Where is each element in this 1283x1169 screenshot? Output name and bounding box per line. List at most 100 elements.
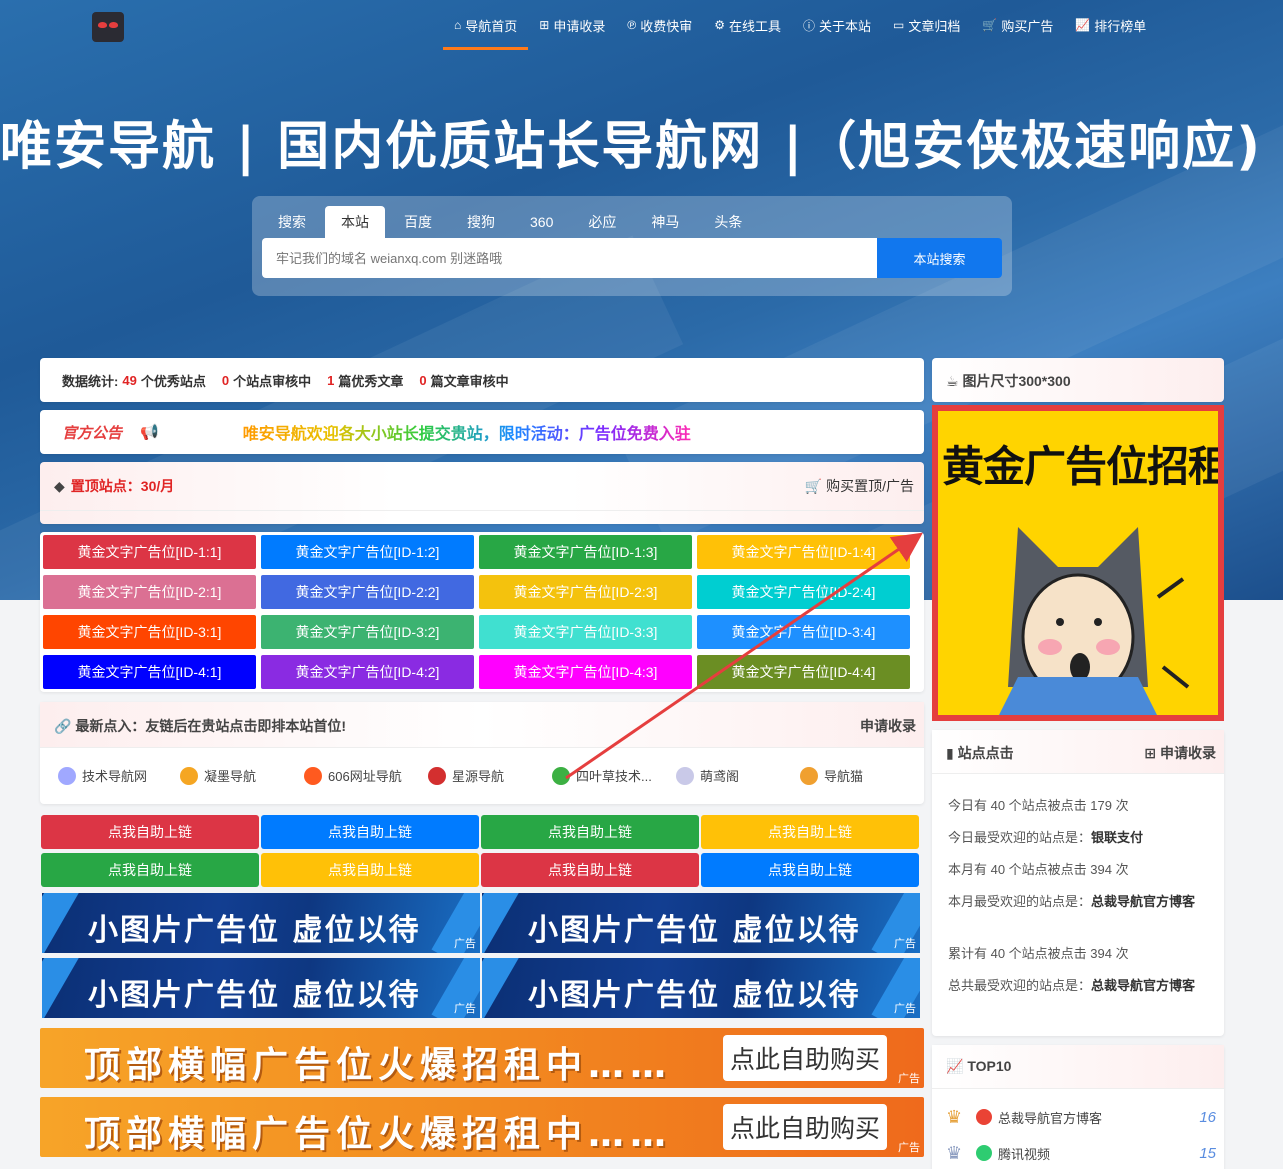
- text-ad-slot[interactable]: 黄金文字广告位[ID-4:3]: [479, 655, 692, 689]
- text-ad-slot[interactable]: 黄金文字广告位[ID-3:3]: [479, 615, 692, 649]
- friend-link[interactable]: 凝墨导航: [180, 766, 256, 785]
- text-ad-slot[interactable]: 黄金文字广告位[ID-4:2]: [261, 655, 474, 689]
- search-input[interactable]: [262, 238, 877, 278]
- search-tab-1[interactable]: 本站: [325, 206, 385, 238]
- page-title: 唯安导航 | 国内优质站长导航网 |（旭安侠极速响应): [0, 117, 1263, 177]
- self-link-button[interactable]: 点我自助上链: [481, 815, 699, 849]
- apply-link[interactable]: 申请收录: [860, 716, 916, 736]
- top10-panel: 📈 TOP10 ♛ 总裁导航官方博客 16 ♛ 腾讯视频 15: [932, 1045, 1224, 1169]
- friend-link[interactable]: 四叶草技术...: [552, 766, 652, 785]
- folder-icon: ▭: [893, 18, 905, 32]
- site-logo[interactable]: [92, 12, 124, 42]
- site-favicon-icon: [976, 1145, 992, 1161]
- text-ad-slot[interactable]: 黄金文字广告位[ID-3:2]: [261, 615, 474, 649]
- side-ad-image[interactable]: 黄金广告位招租中: [932, 405, 1224, 721]
- text-ad-slot[interactable]: 黄金文字广告位[ID-2:3]: [479, 575, 692, 609]
- coffee-icon: ☕: [946, 373, 963, 389]
- text-ads-grid: 黄金文字广告位[ID-1:1] 黄金文字广告位[ID-1:2] 黄金文字广告位[ID…: [40, 532, 924, 692]
- site-favicon-icon: [180, 766, 198, 785]
- friend-link[interactable]: 606网址导航: [304, 766, 402, 785]
- text-ad-slot[interactable]: 黄金文字广告位[ID-3:4]: [697, 615, 910, 649]
- buy-pinned-link[interactable]: 🛒 购买置顶/广告: [805, 476, 914, 496]
- plus-square-icon: ⊞: [1144, 745, 1160, 761]
- link-icon: 🔗: [54, 718, 76, 734]
- gears-icon: ⚙: [714, 18, 725, 32]
- friend-link[interactable]: 导航猫: [800, 766, 863, 785]
- text-ad-slot[interactable]: 黄金文字广告位[ID-1:3]: [479, 535, 692, 569]
- friend-link[interactable]: 星源导航: [428, 766, 504, 785]
- search-tab-7[interactable]: 头条: [698, 206, 758, 238]
- nav-item-4[interactable]: ⓘ 关于本站: [792, 0, 882, 50]
- self-link-button[interactable]: 点我自助上链: [41, 815, 259, 849]
- nav-item-5[interactable]: ▭ 文章归档: [882, 0, 971, 50]
- text-ad-slot[interactable]: 黄金文字广告位[ID-2:2]: [261, 575, 474, 609]
- self-link-button[interactable]: 点我自助上链: [481, 853, 699, 887]
- top10-row[interactable]: ♛ 总裁导航官方博客 16: [946, 1106, 1216, 1128]
- search-tab-2[interactable]: 百度: [388, 206, 448, 238]
- text-ad-slot[interactable]: 黄金文字广告位[ID-3:1]: [43, 615, 256, 649]
- announcement-bar: 官方公告 📢 唯安导航欢迎各大小站长提交贵站，限时活动：广告位免费入驻: [40, 410, 924, 454]
- small-image-ad[interactable]: 小图片广告位 虚位以待 广告: [482, 893, 920, 953]
- search-tab-3[interactable]: 搜狗: [451, 206, 511, 238]
- text-ad-slot[interactable]: 黄金文字广告位[ID-1:2]: [261, 535, 474, 569]
- side-ad-header: ☕ 图片尺寸300*300: [932, 358, 1224, 402]
- cart-icon: 🛒: [982, 18, 998, 32]
- click-stat-line: 本月有 40 个站点被点击 394 次: [948, 862, 1129, 877]
- search-tab-0[interactable]: 搜索: [262, 206, 322, 238]
- search-tab-5[interactable]: 必应: [572, 206, 632, 238]
- chart-icon: 📈: [1075, 18, 1091, 32]
- click-stat-line: 总共最受欢迎的站点是：总裁导航官方博客: [948, 978, 1196, 993]
- click-stat-line: 今日最受欢迎的站点是：银联支付: [948, 830, 1144, 845]
- nav-item-3[interactable]: ⚙ 在线工具: [703, 0, 792, 50]
- top-banner-ad[interactable]: 顶部横幅广告位火爆招租中…… 点此自助购买 广告: [40, 1028, 924, 1088]
- top-nav: ⌂ 导航首页 ⊞ 申请收录 ℗ 收费快审 ⚙ 在线工具 ⓘ 关于本站 ▭ 文章归档 🛒 购买广告 📈 排行榜单: [443, 0, 1157, 50]
- search-tab-4[interactable]: 360: [514, 206, 569, 238]
- paypal-icon: ℗: [627, 18, 637, 32]
- friend-link[interactable]: 萌鸢阁: [676, 766, 739, 785]
- site-clicks-panel: ▮ 站点点击 ⊞ 申请收录 今日有 40 个站点被点击 179 次今日最受欢迎的…: [932, 730, 1224, 1036]
- self-link-button[interactable]: 点我自助上链: [41, 853, 259, 887]
- text-ad-slot[interactable]: 黄金文字广告位[ID-2:1]: [43, 575, 256, 609]
- friend-link[interactable]: 技术导航网: [58, 766, 147, 785]
- ad-tag: 广告: [898, 1073, 920, 1085]
- text-ad-slot[interactable]: 黄金文字广告位[ID-4:4]: [697, 655, 910, 689]
- self-link-button[interactable]: 点我自助上链: [261, 815, 479, 849]
- small-image-ad[interactable]: 小图片广告位 虚位以待 广告: [42, 958, 480, 1018]
- small-image-ad[interactable]: 小图片广告位 虚位以待 广告: [482, 958, 920, 1018]
- search-button[interactable]: 本站搜索: [877, 238, 1002, 278]
- announcement-text: 唯安导航欢迎各大小站长提交贵站，限时活动：广告位免费入驻: [243, 420, 691, 444]
- nav-item-1[interactable]: ⊞ 申请收录: [528, 0, 616, 50]
- self-link-button[interactable]: 点我自助上链: [261, 853, 479, 887]
- nav-item-2[interactable]: ℗ 收费快审: [616, 0, 703, 50]
- site-favicon-icon: [304, 766, 322, 785]
- text-ad-slot[interactable]: 黄金文字广告位[ID-1:4]: [697, 535, 910, 569]
- nav-item-0[interactable]: ⌂ 导航首页: [443, 0, 529, 50]
- nav-item-6[interactable]: 🛒 购买广告: [971, 0, 1064, 50]
- text-ad-slot[interactable]: 黄金文字广告位[ID-4:1]: [43, 655, 256, 689]
- buy-banner-button[interactable]: 点此自助购买: [723, 1104, 887, 1150]
- husky-mascot-icon: [999, 527, 1190, 715]
- self-link-button[interactable]: 点我自助上链: [701, 815, 919, 849]
- crown-icon: ♛: [946, 1106, 963, 1127]
- bullhorn-icon: 📢: [140, 424, 159, 441]
- site-favicon-icon: [676, 766, 694, 785]
- click-stat-line: 今日有 40 个站点被点击 179 次: [948, 798, 1129, 813]
- site-favicon-icon: [428, 766, 446, 785]
- ad-tag: 广告: [894, 938, 916, 950]
- buy-banner-button[interactable]: 点此自助购买: [723, 1035, 887, 1081]
- small-image-ad[interactable]: 小图片广告位 虚位以待 广告: [42, 893, 480, 953]
- top-banner-ad[interactable]: 顶部横幅广告位火爆招租中…… 点此自助购买 广告: [40, 1097, 924, 1157]
- ad-tag: 广告: [454, 938, 476, 950]
- pinned-sites: ◆ 置顶站点：30/月 🛒 购买置顶/广告: [40, 462, 924, 524]
- home-icon: ⌂: [454, 18, 462, 32]
- self-link-button[interactable]: 点我自助上链: [701, 853, 919, 887]
- text-ad-slot[interactable]: 黄金文字广告位[ID-2:4]: [697, 575, 910, 609]
- line-chart-icon: 📈: [946, 1058, 968, 1074]
- ad-tag: 广告: [454, 1003, 476, 1015]
- text-ad-slot[interactable]: 黄金文字广告位[ID-1:1]: [43, 535, 256, 569]
- click-stat-line: 累计有 40 个站点被点击 394 次: [948, 946, 1129, 961]
- nav-item-7[interactable]: 📈 排行榜单: [1064, 0, 1157, 50]
- apply-link[interactable]: ⊞ 申请收录: [1144, 743, 1216, 763]
- top10-row[interactable]: ♛ 腾讯视频 15: [946, 1142, 1216, 1164]
- search-tab-6[interactable]: 神马: [635, 206, 695, 238]
